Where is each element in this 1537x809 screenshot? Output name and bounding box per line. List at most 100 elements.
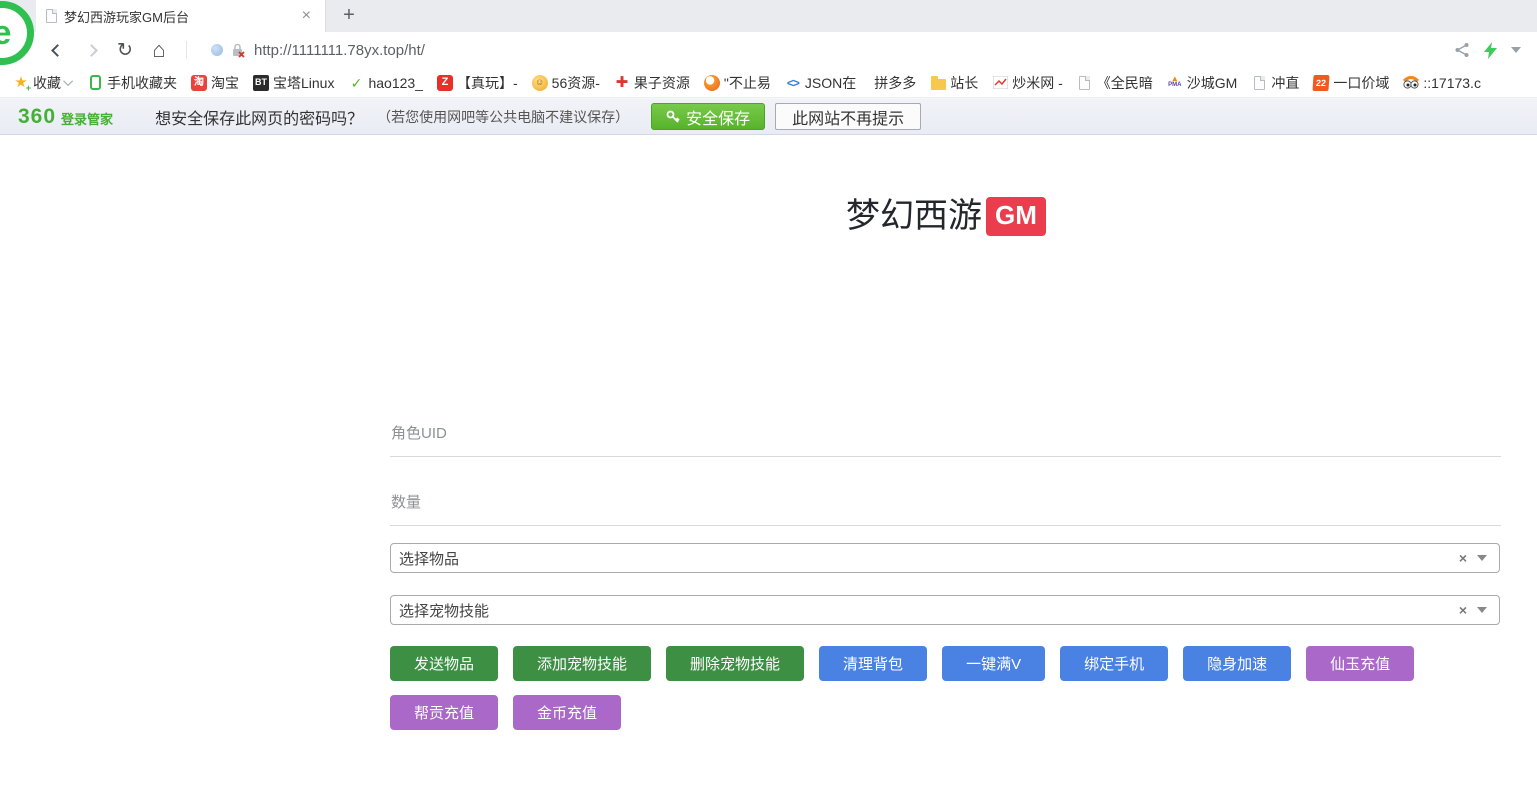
action-button-6[interactable]: 隐身加速 bbox=[1183, 646, 1291, 681]
action-button-3[interactable]: 清理背包 bbox=[819, 646, 927, 681]
item-select[interactable]: 选择物品 × bbox=[390, 543, 1500, 573]
item-select-clear-icon[interactable]: × bbox=[1449, 550, 1477, 566]
notification-question: 想安全保存此网页的密码吗？ bbox=[155, 105, 363, 129]
no-prompt-label: 此网站不再提示 bbox=[792, 105, 904, 129]
action-button-1[interactable]: 添加宠物技能 bbox=[513, 646, 651, 681]
bookmark-label: 拼多多 bbox=[874, 73, 916, 93]
pet-skill-select-caret-icon[interactable] bbox=[1477, 607, 1487, 613]
bookmark-label: 果子资源 bbox=[634, 73, 690, 93]
bookmark-label: 冲直 bbox=[1271, 73, 1299, 93]
bookmark-item[interactable]: Z【真玩】- bbox=[430, 71, 525, 95]
page-title: 梦幻西游GM bbox=[390, 188, 1502, 237]
bookmark-label: 沙城GM bbox=[1187, 73, 1238, 93]
action-button-8[interactable]: 帮贡充值 bbox=[390, 695, 498, 730]
bookmark-label: ::17173.c bbox=[1423, 75, 1481, 91]
notification-brand-sub: 登录管家 bbox=[61, 109, 113, 128]
chart-icon bbox=[992, 75, 1008, 91]
password-notification-bar: 360 登录管家 想安全保存此网页的密码吗？ （若您使用网吧等公共电脑不建议保存… bbox=[0, 98, 1537, 135]
taobao-icon: 淘 bbox=[191, 75, 207, 91]
address-bar[interactable]: http://1111111.78yx.top/ht/ bbox=[197, 42, 1454, 59]
bookmark-label: JSON在 bbox=[805, 73, 856, 93]
bookmark-item[interactable]: 冲直 bbox=[1244, 71, 1306, 95]
phone-icon bbox=[87, 75, 103, 91]
home-button[interactable]: ⌂ bbox=[142, 37, 176, 63]
tab-strip: e 梦幻西游玩家GM后台 × + bbox=[0, 0, 1537, 32]
folder-icon bbox=[930, 75, 946, 91]
bookmark-item[interactable]: 站长 bbox=[923, 71, 985, 95]
bookmark-label: hao123_ bbox=[368, 75, 423, 91]
speed-bolt-icon[interactable] bbox=[1484, 42, 1497, 59]
bookmark-item[interactable]: ☺56资源- bbox=[525, 71, 607, 95]
item-select-caret-icon[interactable] bbox=[1477, 555, 1487, 561]
page-icon bbox=[1077, 75, 1093, 91]
action-button-9[interactable]: 金币充值 bbox=[513, 695, 621, 730]
new-tab-button[interactable]: + bbox=[336, 3, 362, 29]
bookmark-item[interactable]: <>JSON在 bbox=[778, 71, 863, 95]
star-icon: ★+ bbox=[13, 75, 29, 91]
bookmark-label: 淘宝 bbox=[211, 73, 239, 93]
tab-title: 梦幻西游玩家GM后台 bbox=[64, 7, 298, 26]
action-button-0[interactable]: 发送物品 bbox=[390, 646, 498, 681]
bookmark-label: 站长 bbox=[950, 73, 978, 93]
action-button-7[interactable]: 仙玉充值 bbox=[1306, 646, 1414, 681]
pet-skill-select-value: 选择宠物技能 bbox=[399, 600, 1449, 621]
bookmark-item[interactable]: ★+收藏 bbox=[6, 71, 80, 95]
bookmark-item[interactable]: ✓hao123_ bbox=[341, 71, 430, 95]
forward-button[interactable] bbox=[74, 39, 108, 61]
bookmark-label: 56资源- bbox=[552, 73, 600, 93]
toolbar-chevron-icon[interactable] bbox=[1511, 47, 1521, 53]
bookmark-label: "不止易 bbox=[724, 73, 771, 93]
notification-brand-logo: 360 bbox=[18, 105, 56, 129]
page-content: 梦幻西游GM 角色UID 数量 选择物品 × 选择宠物技能 × 发送物品添加宠物… bbox=[0, 135, 1537, 807]
action-button-2[interactable]: 删除宠物技能 bbox=[666, 646, 804, 681]
bookmark-label: 手机收藏夹 bbox=[107, 73, 177, 93]
pma-icon: ▲PMA bbox=[1167, 75, 1183, 91]
action-button-4[interactable]: 一键满V bbox=[942, 646, 1045, 681]
refresh-button[interactable]: ↻ bbox=[108, 39, 142, 62]
share-icon[interactable] bbox=[1454, 42, 1470, 58]
url-text[interactable]: http://1111111.78yx.top/ht/ bbox=[254, 42, 425, 59]
browser-tab[interactable]: 梦幻西游玩家GM后台 × bbox=[36, 0, 326, 32]
bookmark-label: 【真玩】- bbox=[457, 73, 518, 93]
bookmark-item[interactable]: 拼多多 bbox=[863, 71, 923, 95]
page-title-text: 梦幻西游 bbox=[846, 197, 982, 235]
bookmark-item[interactable]: 22一口价域 bbox=[1306, 71, 1396, 95]
bookmark-item[interactable]: 淘淘宝 bbox=[184, 71, 246, 95]
item-select-value: 选择物品 bbox=[399, 548, 1449, 569]
insecure-lock-icon[interactable] bbox=[231, 43, 246, 58]
bookmark-item[interactable]: ▲PMA沙城GM bbox=[1160, 71, 1245, 95]
bookmark-item[interactable]: ::17173.c bbox=[1396, 71, 1488, 95]
badge22-icon: 22 bbox=[1313, 75, 1330, 91]
bookmark-item[interactable]: 炒米网 - bbox=[985, 71, 1070, 95]
bookmark-label: 《全民暗 bbox=[1097, 73, 1153, 93]
bookmarks-bar: ★+收藏手机收藏夹淘淘宝BT宝塔Linux✓hao123_Z【真玩】-☺56资源… bbox=[0, 68, 1537, 98]
pet-skill-select-clear-icon[interactable]: × bbox=[1449, 602, 1477, 618]
bookmark-item[interactable]: "不止易 bbox=[697, 71, 778, 95]
no-prompt-button[interactable]: 此网站不再提示 bbox=[775, 103, 921, 130]
tab-close-icon[interactable]: × bbox=[298, 7, 315, 25]
bt-icon: BT bbox=[253, 75, 269, 91]
back-button[interactable] bbox=[40, 39, 74, 61]
quantity-input[interactable] bbox=[390, 496, 1501, 526]
eyes-icon bbox=[1403, 75, 1419, 91]
page-icon bbox=[1251, 75, 1267, 91]
bookmark-label: 一口价域 bbox=[1333, 73, 1389, 93]
pet-skill-select[interactable]: 选择宠物技能 × bbox=[390, 595, 1500, 625]
chevron-down-icon[interactable] bbox=[63, 76, 73, 86]
site-info-icon[interactable] bbox=[211, 44, 223, 56]
bookmark-item[interactable]: 手机收藏夹 bbox=[80, 71, 184, 95]
secure-save-button[interactable]: 安全保存 bbox=[651, 103, 765, 130]
bookmark-item[interactable]: 《全民暗 bbox=[1070, 71, 1160, 95]
action-buttons: 发送物品添加宠物技能删除宠物技能清理背包一键满V 绑定手机隐身加速仙玉充值帮贡充值… bbox=[390, 646, 1515, 730]
notification-hint: （若您使用网吧等公共电脑不建议保存） bbox=[377, 107, 629, 127]
action-button-5[interactable]: 绑定手机 bbox=[1060, 646, 1168, 681]
hao-icon: ✓ bbox=[348, 75, 364, 91]
role-uid-input[interactable] bbox=[390, 427, 1501, 457]
cross-icon: ✚ bbox=[614, 75, 630, 91]
bookmark-label: 收藏 bbox=[33, 73, 61, 93]
gm-badge: GM bbox=[986, 197, 1046, 236]
bookmark-item[interactable]: ✚果子资源 bbox=[607, 71, 697, 95]
nav-separator bbox=[186, 41, 187, 59]
secure-save-label: 安全保存 bbox=[686, 105, 750, 129]
bookmark-item[interactable]: BT宝塔Linux bbox=[246, 71, 341, 95]
